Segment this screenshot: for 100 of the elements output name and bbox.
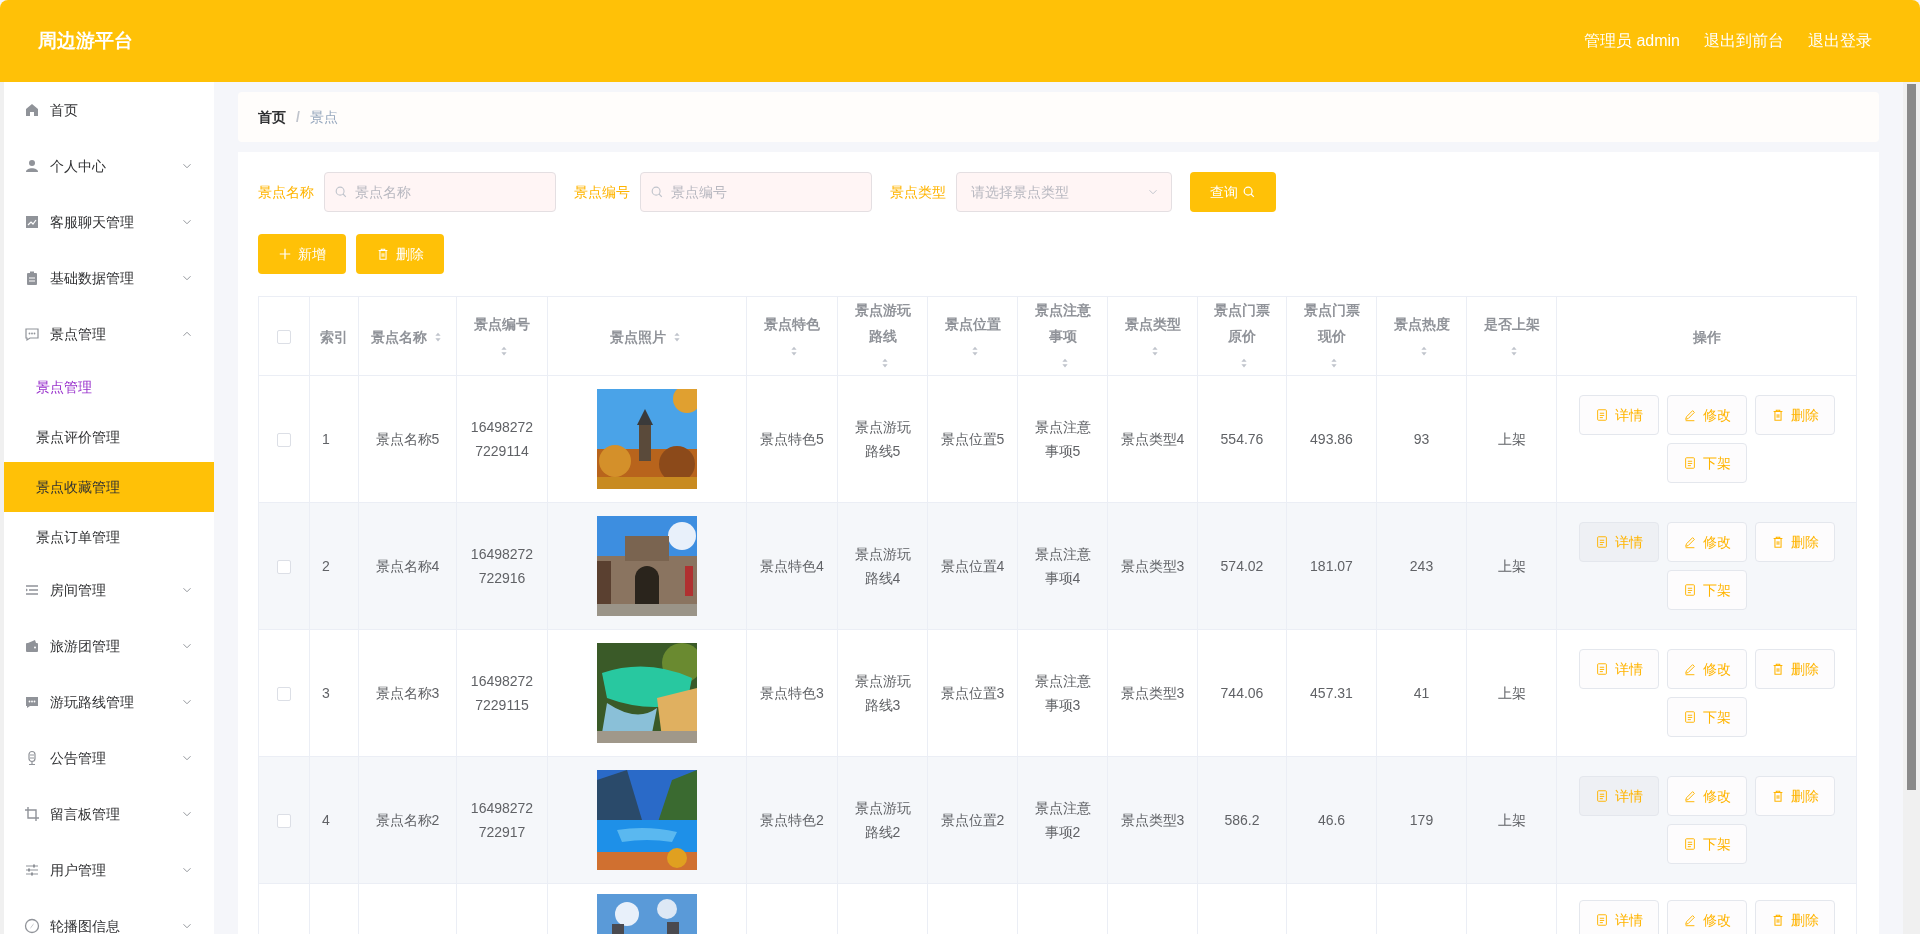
action-button[interactable]: 详情 [1578, 900, 1659, 934]
document-icon [1594, 789, 1609, 803]
sidebar-item[interactable]: 留言板管理 [4, 786, 214, 842]
sidebar-item[interactable]: 个人中心 [4, 138, 214, 194]
column-header[interactable]: 景点特色 [746, 296, 838, 376]
breadcrumb-link[interactable]: 景点 [309, 106, 338, 128]
column-header[interactable]: 景点注意事项 [1017, 296, 1108, 376]
action-button[interactable]: 删除 [1754, 522, 1835, 562]
document-icon [1682, 456, 1697, 470]
table-cell: 164982727229114 [470, 419, 534, 459]
table-cell: 554.76 [1220, 431, 1264, 447]
breadcrumb-separator: / [296, 107, 300, 127]
column-header[interactable]: 是否上架 [1466, 296, 1557, 376]
column-header[interactable]: 景点照片 [547, 296, 747, 376]
column-header[interactable]: 景点热度 [1376, 296, 1467, 376]
action-button[interactable]: 修改 [1666, 395, 1747, 435]
table-cell: 景点特色3 [760, 685, 824, 701]
table-cell: 景点游玩路线5 [854, 419, 911, 459]
sidebar-item[interactable]: 房间管理 [4, 562, 214, 618]
sidebar-item[interactable]: 首页 [4, 82, 214, 138]
add-button[interactable]: 新增 [258, 234, 346, 274]
sidebar-item[interactable]: 旅游团管理 [4, 618, 214, 674]
table-cell: 景点特色5 [760, 431, 824, 447]
document-icon [1682, 837, 1697, 851]
pencil-icon [1682, 789, 1697, 803]
breadcrumb-link[interactable]: 首页 [258, 106, 286, 128]
action-button[interactable]: 下架 [1666, 443, 1747, 483]
action-button[interactable]: 详情 [1578, 776, 1659, 816]
action-button[interactable]: 详情 [1578, 395, 1659, 435]
checkbox[interactable] [277, 329, 291, 344]
table-cell: 景点类型3 [1120, 685, 1185, 701]
table-cell: 16498272722916 [470, 546, 534, 586]
column-header[interactable]: 景点门票原价 [1197, 296, 1287, 376]
action-button[interactable]: 修改 [1666, 649, 1747, 689]
action-button[interactable]: 删除 [1754, 900, 1835, 934]
column-header[interactable]: 景点位置 [927, 296, 1018, 376]
sidebar-item[interactable]: 公告管理 [4, 730, 214, 786]
column-header[interactable]: 景点门票现价 [1286, 296, 1377, 376]
header-link[interactable]: 退出到前台 [1704, 29, 1784, 53]
action-button[interactable]: 删除 [1754, 395, 1835, 435]
table-cell: 2 [322, 558, 330, 574]
table-cell: 493.86 [1310, 431, 1353, 447]
table-cell: 景点注意事项5 [1034, 419, 1091, 459]
checkbox[interactable] [277, 432, 291, 447]
plus-icon [278, 247, 292, 261]
search-button[interactable]: 查询 [1190, 172, 1276, 212]
table-cell: 景点名称3 [375, 685, 440, 701]
checkbox[interactable] [277, 813, 291, 828]
document-icon [1594, 408, 1609, 422]
column-header[interactable]: 景点类型 [1107, 296, 1198, 376]
table-cell: 景点位置4 [940, 558, 1005, 574]
table-cell: 景点游玩路线2 [854, 800, 911, 840]
table-cell: 上架 [1497, 558, 1526, 574]
table-cell: 景点特色2 [760, 812, 824, 828]
sidebar-item[interactable]: 用户管理 [4, 842, 214, 898]
action-button[interactable]: 下架 [1666, 570, 1747, 610]
table-cell: 1 [322, 431, 330, 447]
sliders-icon [24, 862, 40, 878]
search-field[interactable]: 景点编号 [640, 172, 872, 212]
pencil-icon [1682, 913, 1697, 927]
column-header[interactable]: 景点名称 [358, 296, 457, 376]
sidebar-item[interactable]: 景点管理 [4, 306, 214, 362]
sidebar-item[interactable]: 轮播图信息 [4, 898, 214, 934]
search-field[interactable]: 景点名称 [324, 172, 556, 212]
delete-button[interactable]: 删除 [356, 234, 444, 274]
field-label: 景点类型 [890, 182, 946, 202]
table-cell: 41 [1413, 685, 1430, 701]
pencil-icon [1682, 662, 1697, 676]
action-button[interactable]: 下架 [1666, 824, 1747, 864]
action-button[interactable]: 详情 [1578, 649, 1659, 689]
column-header[interactable]: 景点编号 [456, 296, 548, 376]
action-button[interactable]: 修改 [1666, 776, 1747, 816]
table-cell: 16498272722917 [470, 800, 534, 840]
document-icon [1682, 583, 1697, 597]
select-field[interactable]: 请选择景点类型 [956, 172, 1172, 212]
table-cell: 179 [1409, 812, 1434, 828]
action-button[interactable]: 删除 [1754, 649, 1835, 689]
pencil-icon [1682, 535, 1697, 549]
checkbox[interactable] [277, 559, 291, 574]
header-link[interactable]: 退出登录 [1808, 29, 1872, 53]
sidebar-item[interactable]: 客服聊天管理 [4, 194, 214, 250]
action-button[interactable]: 下架 [1666, 697, 1747, 737]
sidebar-item[interactable]: 基础数据管理 [4, 250, 214, 306]
table-cell: 景点特色4 [760, 558, 824, 574]
action-button[interactable]: 删除 [1754, 776, 1835, 816]
checkbox[interactable] [277, 686, 291, 701]
scrollbar[interactable] [1903, 82, 1920, 934]
action-button[interactable]: 修改 [1666, 900, 1747, 934]
table-cell: 4 [322, 812, 330, 828]
table-cell: 93 [1413, 431, 1430, 447]
list-icon [24, 582, 40, 598]
column-header: 操作 [1556, 296, 1857, 376]
action-button[interactable]: 详情 [1578, 522, 1659, 562]
submenu-item[interactable]: 景点收藏管理 [4, 462, 214, 512]
column-header[interactable]: 景点游玩路线 [837, 296, 928, 376]
user-icon [24, 158, 40, 174]
action-button[interactable]: 修改 [1666, 522, 1747, 562]
sidebar-item[interactable]: 游玩路线管理 [4, 674, 214, 730]
chat-icon [24, 326, 40, 342]
home-icon [24, 102, 40, 118]
